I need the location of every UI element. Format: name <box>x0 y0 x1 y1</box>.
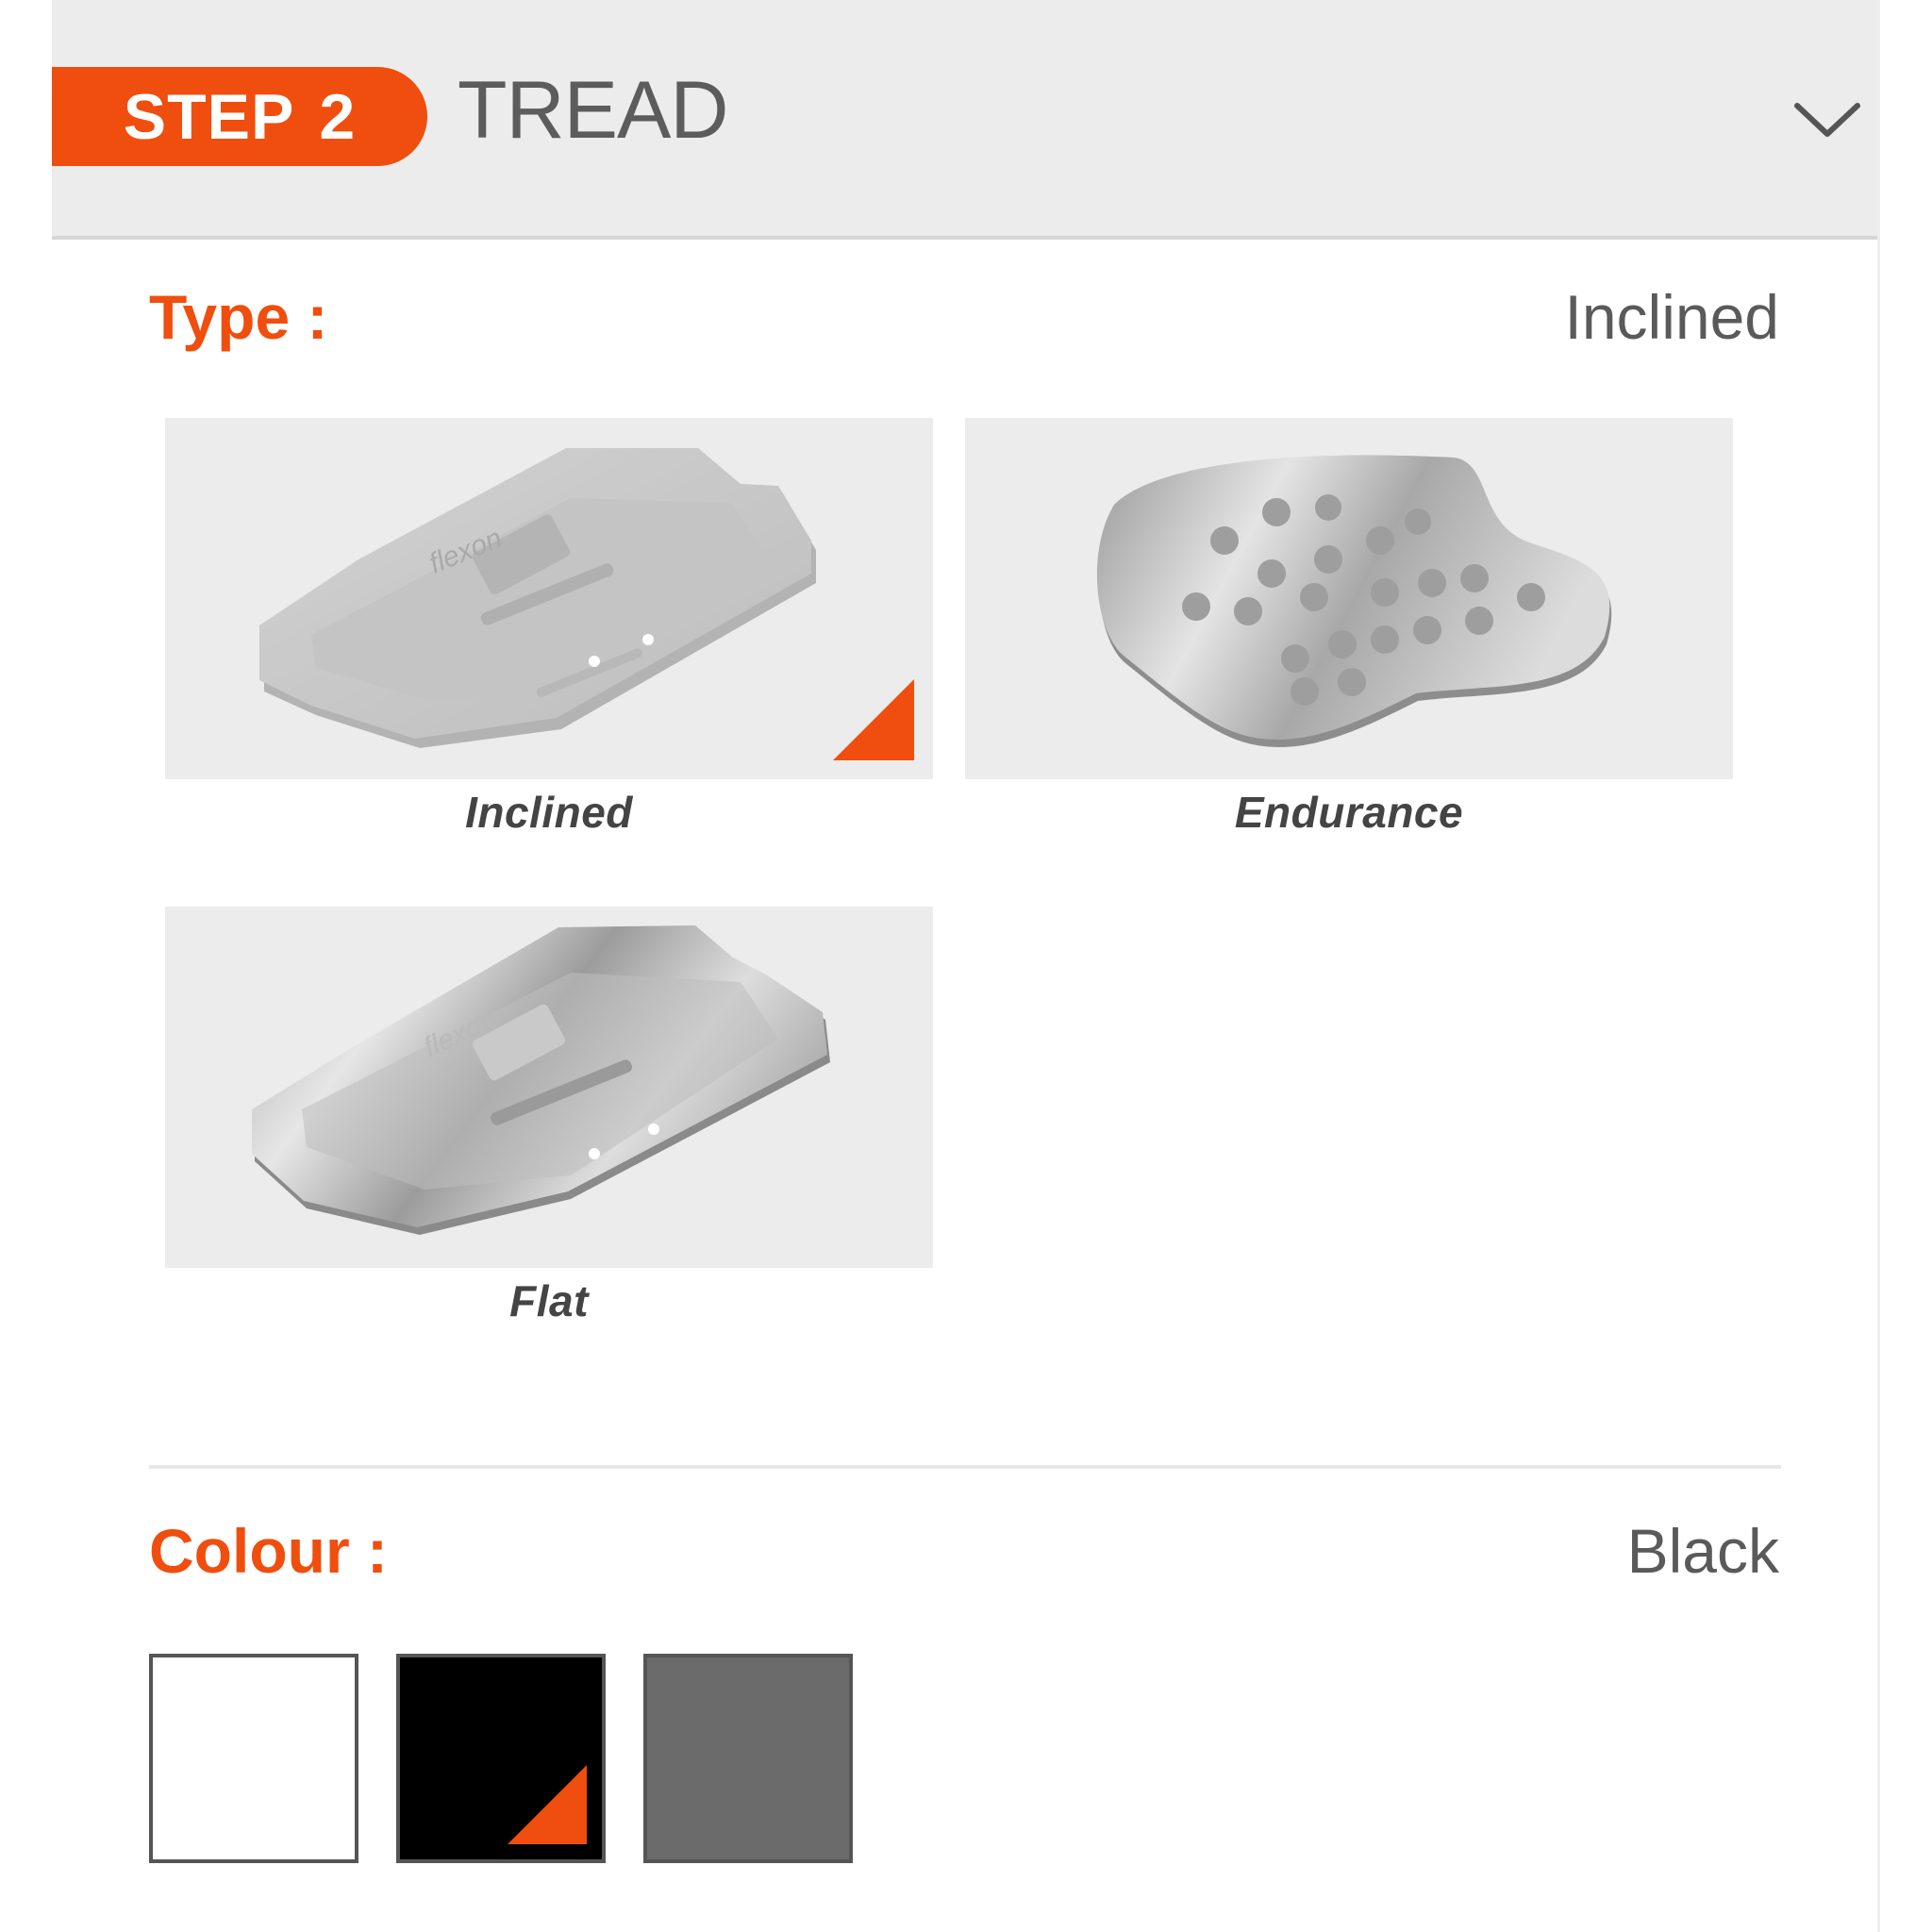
chevron-down-icon[interactable] <box>1790 92 1865 149</box>
step-badge: STEP 2 <box>52 67 427 166</box>
tread-option-endurance[interactable]: Endurance <box>965 418 1733 838</box>
tread-option-flat[interactable]: flexon Flat <box>165 907 933 1326</box>
tread-image-inclined: flexon <box>165 418 933 779</box>
page-edge <box>1877 0 1932 1932</box>
step-prefix: STEP <box>123 80 295 153</box>
tread-image-flat: flexon <box>165 907 933 1268</box>
type-selected-value: Inclined <box>1564 282 1780 352</box>
step-number: 2 <box>319 80 357 153</box>
tread-label-endurance: Endurance <box>1234 788 1464 837</box>
tread-image-endurance <box>965 418 1733 779</box>
colour-swatch-white[interactable] <box>149 1654 358 1863</box>
tread-label-inclined: Inclined <box>465 788 633 837</box>
colour-selected-value: Black <box>1626 1516 1779 1586</box>
colour-swatch-grey[interactable] <box>643 1654 853 1863</box>
selected-indicator <box>508 1765 587 1844</box>
step-header[interactable]: STEP 2 TREAD <box>52 0 1877 240</box>
tread-label-flat: Flat <box>509 1276 589 1325</box>
colour-label: Colour : <box>149 1516 388 1586</box>
type-label: Type : <box>149 282 328 352</box>
colour-swatch-black[interactable] <box>396 1654 606 1863</box>
selected-indicator <box>833 679 914 760</box>
tread-option-inclined[interactable]: flexon Inclined <box>165 418 933 838</box>
step-title: TREAD <box>458 65 728 156</box>
section-divider <box>149 1465 1781 1469</box>
